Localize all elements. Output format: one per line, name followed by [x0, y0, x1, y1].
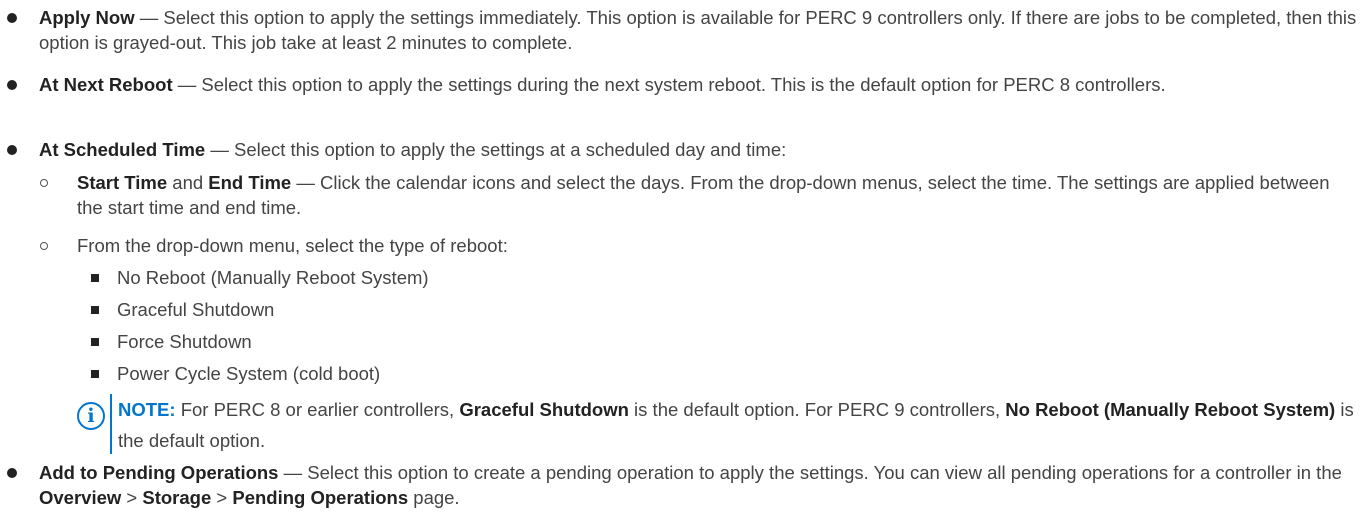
reboot-option-label: Graceful Shutdown [117, 299, 275, 320]
note-text-2: is the default option. For PERC 9 contro… [628, 399, 1006, 420]
bullet-circle [40, 242, 48, 250]
item-text: At Scheduled Time — Select this option t… [39, 137, 1358, 162]
bullet-circle [40, 179, 48, 187]
breadcrumb-storage: Storage [142, 487, 212, 508]
item-label: At Next Reboot [39, 74, 173, 95]
reboot-option-label: Force Shutdown [117, 331, 252, 352]
item-description: — Select this option to apply the settin… [39, 7, 1357, 53]
note-divider [110, 394, 112, 454]
item-description: — Select this option to apply the settin… [172, 74, 1166, 95]
reboot-option-label: No Reboot (Manually Reboot System) [117, 267, 429, 288]
bullet-disc [7, 13, 17, 23]
note-text-1: For PERC 8 or earlier controllers, [175, 399, 460, 420]
item-description: — Select this option to apply the settin… [205, 139, 787, 160]
conjunction: and [167, 172, 209, 193]
note: NOTE: For PERC 8 or earlier controllers,… [118, 394, 1363, 456]
start-time-label: Start Time [77, 172, 168, 193]
item-label: Apply Now [39, 7, 135, 28]
breadcrumb-separator: > [121, 487, 143, 508]
sub-item-text: From the drop-down menu, select the type… [77, 235, 508, 256]
sub-item-text: Start Time and End Time — Click the cale… [77, 170, 1358, 220]
info-icon: i [77, 402, 105, 430]
item-description-end: page. [408, 487, 460, 508]
bullet-square [91, 338, 99, 346]
bullet-disc [7, 145, 17, 155]
item-label: At Scheduled Time [39, 139, 206, 160]
note-label: NOTE: [118, 399, 176, 420]
item-text: At Next Reboot — Select this option to a… [39, 72, 1358, 97]
breadcrumb-separator: > [211, 487, 233, 508]
bullet-square [91, 274, 99, 282]
item-text: Apply Now — Select this option to apply … [39, 5, 1358, 55]
end-time-label: End Time [208, 172, 292, 193]
item-label: Add to Pending Operations [39, 462, 279, 483]
note-bold-1: Graceful Shutdown [459, 399, 629, 420]
item-description: — Select this option to create a pending… [278, 462, 1342, 483]
note-bold-2: No Reboot (Manually Reboot System) [1005, 399, 1336, 420]
item-text: Add to Pending Operations — Select this … [39, 460, 1358, 510]
reboot-option-label: Power Cycle System (cold boot) [117, 363, 381, 384]
bullet-square [91, 306, 99, 314]
breadcrumb-overview: Overview [39, 487, 122, 508]
breadcrumb-pending-operations: Pending Operations [232, 487, 409, 508]
bullet-square [91, 370, 99, 378]
bullet-disc [7, 468, 17, 478]
bullet-disc [7, 80, 17, 90]
